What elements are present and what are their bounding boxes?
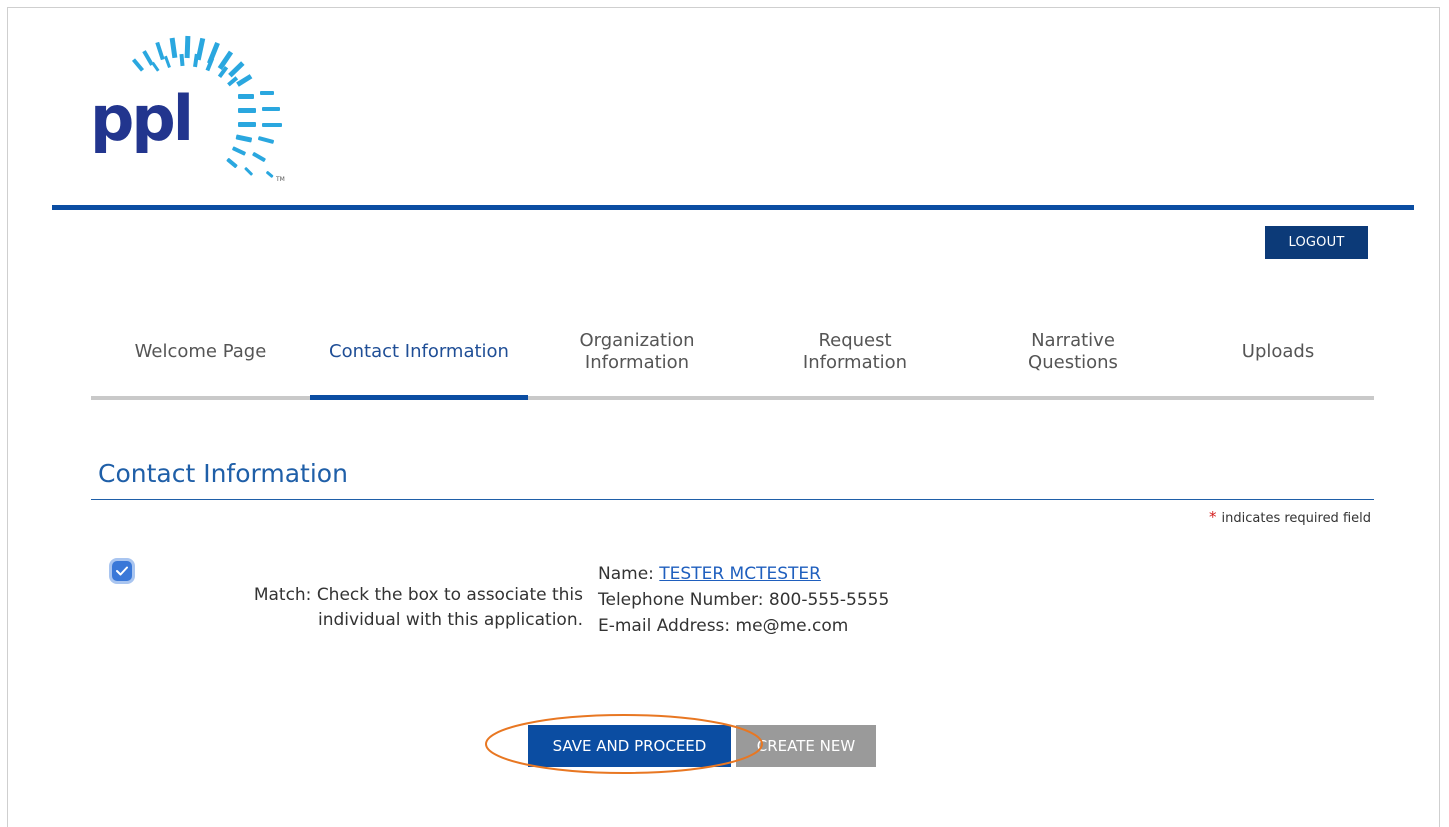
tabs-track [91,396,1374,400]
contact-name-link[interactable]: TESTER MCTESTER [659,564,821,584]
phone-value: 800-555-5555 [768,590,890,610]
tab-welcome-page[interactable]: Welcome Page [91,312,310,392]
step-tabs: Welcome Page Contact Information Organiz… [91,312,1374,401]
ppl-logo: ppl TM [88,28,298,198]
contact-email-row: E-mail Address: me@me.com [598,613,889,639]
contact-name-row: Name: TESTER MCTESTER [598,561,889,587]
required-asterisk: * [1209,508,1217,526]
tab-narrative-questions[interactable]: Narrative Questions [964,312,1182,392]
trademark-mark: TM [276,176,285,183]
contact-details: Name: TESTER MCTESTER Telephone Number: … [598,561,889,639]
name-label: Name: [598,564,660,584]
email-label: E-mail Address: [598,616,736,636]
match-label: Match: Check the box to associate this i… [253,585,583,630]
required-note-text: indicates required field [1221,511,1371,526]
match-checkbox[interactable] [112,561,132,581]
tab-uploads[interactable]: Uploads [1182,312,1374,392]
required-field-note: * indicates required field [1209,508,1371,526]
logo-wordmark: ppl [90,82,194,155]
section-title: Contact Information [98,459,348,488]
active-tab-indicator [310,395,528,400]
create-new-button[interactable]: CREATE NEW [736,725,876,767]
tab-request-information[interactable]: Request Information [746,312,964,392]
email-value: me@me.com [735,616,849,636]
tab-organization-information[interactable]: Organization Information [528,312,746,392]
phone-label: Telephone Number: [598,590,769,610]
contact-phone-row: Telephone Number: 800-555-5555 [598,587,889,613]
tab-contact-information[interactable]: Contact Information [310,312,528,392]
header-divider [52,205,1414,210]
logout-button[interactable]: LOGOUT [1265,226,1368,259]
save-and-proceed-button[interactable]: SAVE AND PROCEED [528,725,731,767]
section-divider [91,499,1374,500]
checkmark-icon [116,566,128,576]
